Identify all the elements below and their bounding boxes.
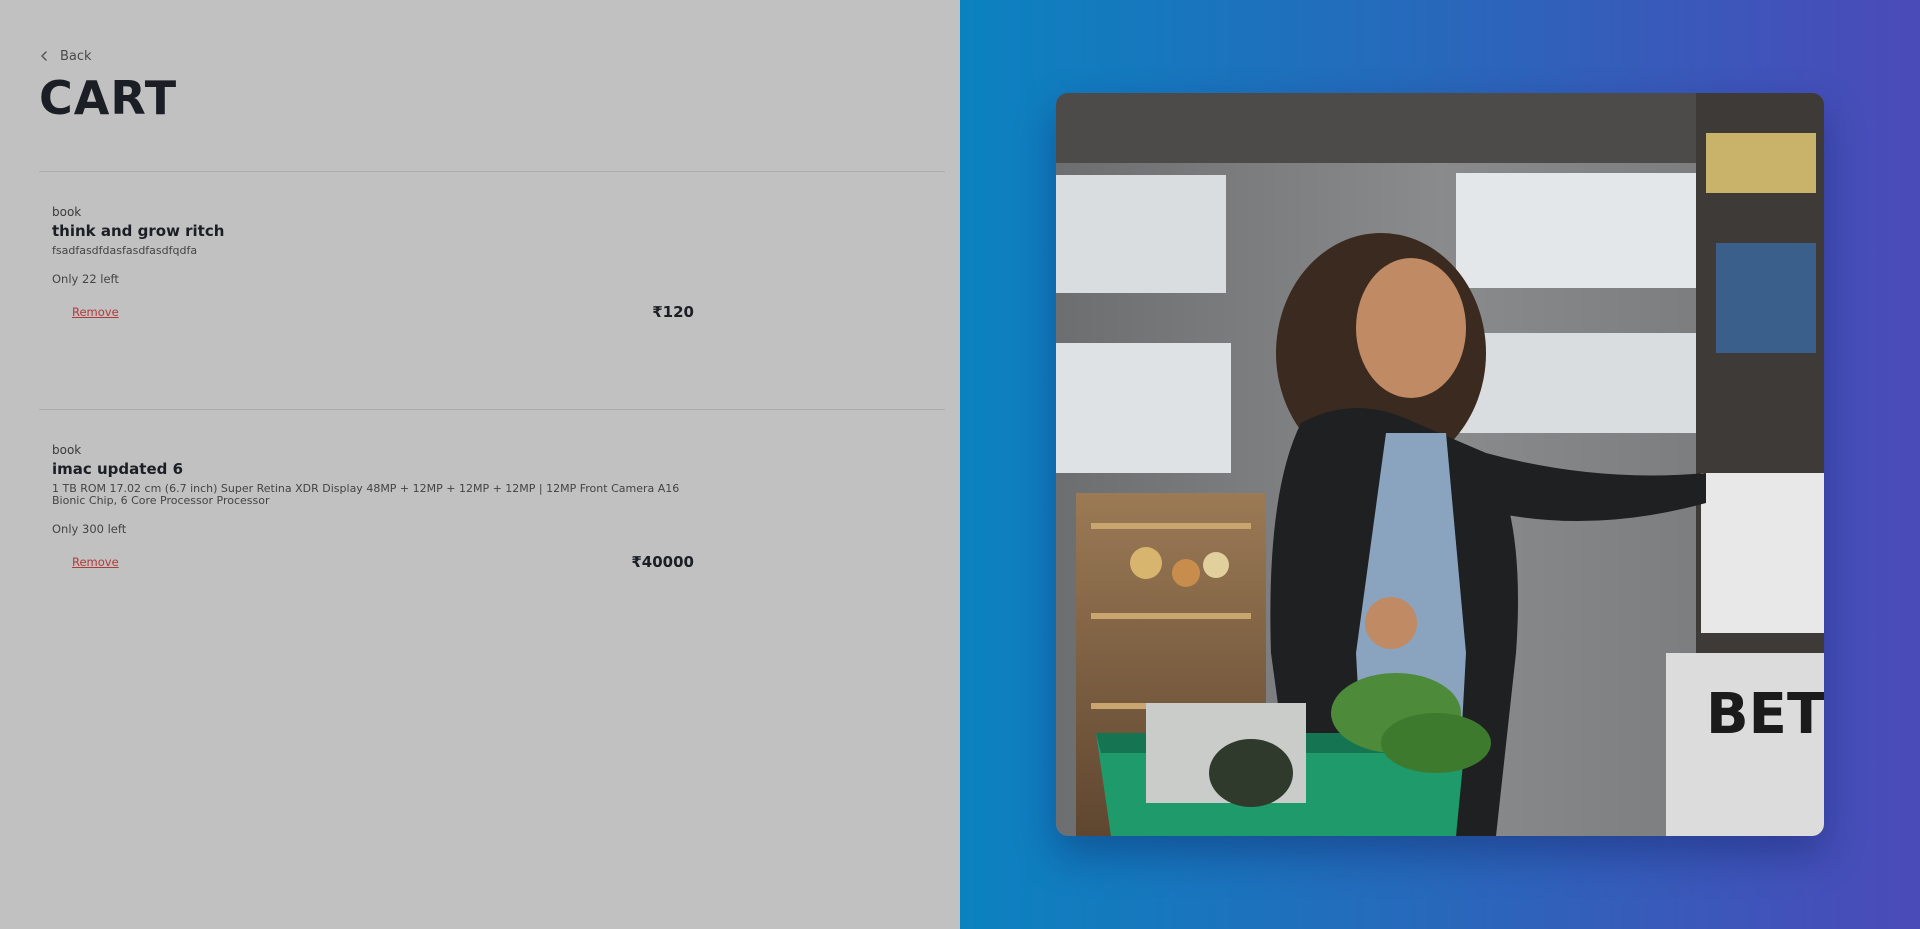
item-name: think and grow ritch bbox=[52, 222, 225, 240]
shopper-photo: BETT bbox=[1056, 93, 1824, 836]
divider bbox=[39, 171, 945, 172]
svg-text:BETT: BETT bbox=[1706, 682, 1824, 747]
item-name: imac updated 6 bbox=[52, 460, 184, 478]
promo-panel: BETT bbox=[960, 0, 1920, 929]
item-stock: Only 300 left bbox=[52, 522, 127, 536]
back-label: Back bbox=[60, 48, 92, 64]
item-stock: Only 22 left bbox=[52, 272, 119, 286]
item-description: 1 TB ROM 17.02 cm (6.7 inch) Super Retin… bbox=[52, 482, 680, 507]
remove-button[interactable]: Remove bbox=[72, 555, 119, 569]
back-link[interactable]: Back bbox=[40, 46, 92, 66]
item-price: ₹120 bbox=[652, 303, 694, 321]
item-description: fsadfasdfdasfasdfasdfqdfa bbox=[52, 244, 198, 257]
divider bbox=[39, 409, 945, 410]
remove-button[interactable]: Remove bbox=[72, 305, 119, 319]
item-price: ₹40000 bbox=[631, 553, 694, 571]
cart-item: book imac updated 6 1 TB ROM 17.02 cm (6… bbox=[52, 443, 694, 573]
item-category: book bbox=[52, 205, 82, 219]
page-title: CART bbox=[39, 71, 178, 125]
chevron-left-icon bbox=[40, 51, 48, 61]
cart-item: book think and grow ritch fsadfasdfdasfa… bbox=[52, 205, 694, 323]
cart-panel: Back CART book think and grow ritch fsad… bbox=[0, 0, 960, 929]
item-category: book bbox=[52, 443, 82, 457]
